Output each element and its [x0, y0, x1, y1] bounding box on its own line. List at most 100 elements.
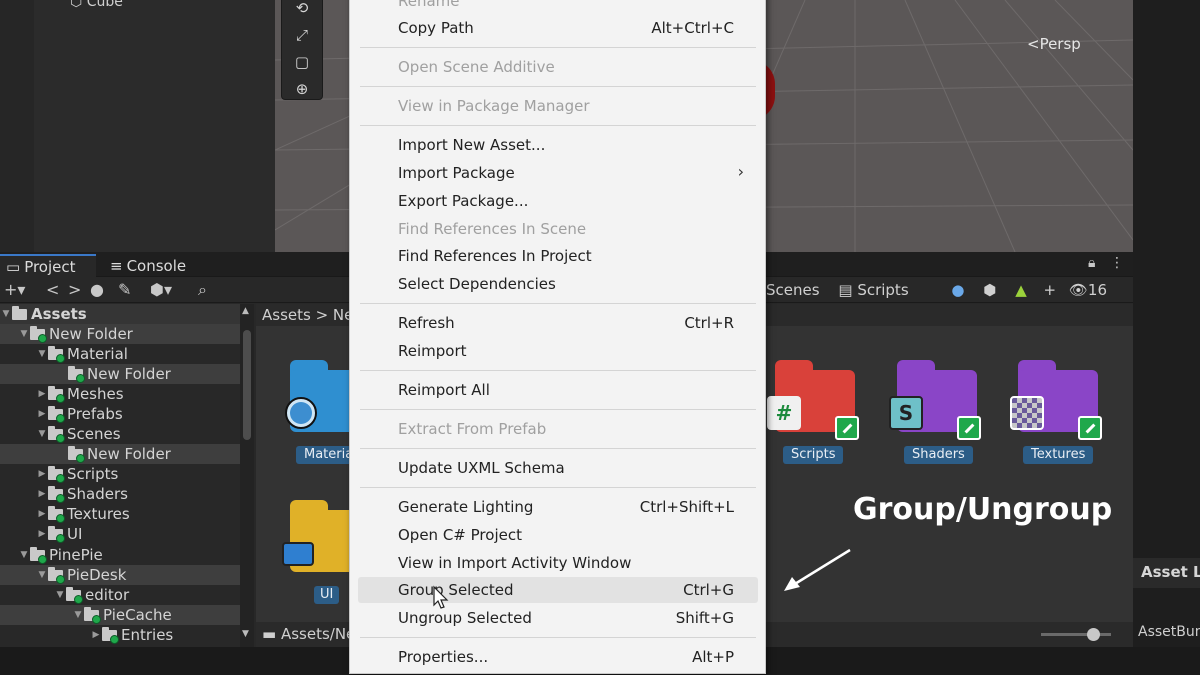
folder-check-icon — [48, 486, 65, 503]
menu-item-import-package[interactable]: Import Package › — [358, 160, 758, 186]
menu-item-rename[interactable]: Rename — [358, 0, 758, 14]
scroll-up-icon[interactable]: ▲ — [242, 306, 249, 316]
menu-item-reimport-all[interactable]: Reimport All — [358, 377, 758, 403]
expand-arrow-icon[interactable]: ▶ — [36, 409, 48, 419]
tree-item-meshes[interactable]: ▶ Meshes — [0, 384, 240, 404]
folder-check-icon — [68, 366, 85, 383]
edit-icon[interactable]: ✎ — [118, 280, 131, 299]
folder-check-icon — [48, 426, 65, 443]
tab-console[interactable]: ≡ Console — [104, 254, 192, 277]
menu-item-properties[interactable]: Properties... Alt+P — [358, 644, 758, 670]
menu-item-view-in-import-activity-window[interactable]: View in Import Activity Window — [358, 550, 758, 576]
tree-item-scenes[interactable]: ▼ Scenes — [0, 424, 240, 444]
tree-item-textures[interactable]: ▶ Textures — [0, 504, 240, 524]
folder-check-icon — [48, 406, 65, 423]
expand-arrow-icon[interactable]: ▼ — [54, 590, 66, 600]
expand-arrow-icon[interactable]: ▶ — [36, 489, 48, 499]
menu-item-import-new-asset[interactable]: Import New Asset... — [358, 132, 758, 158]
hidden-count: 16 — [1087, 281, 1108, 299]
tree-item-scripts[interactable]: ▶ Scripts — [0, 464, 240, 484]
folder-check-icon — [48, 386, 65, 403]
unity-icon[interactable]: ⬢ — [983, 281, 996, 299]
tree-item-piedesk[interactable]: ▼ PieDesk — [0, 565, 240, 585]
lock-icon[interactable]: 🔒︎ — [1088, 255, 1095, 271]
hierarchy-gutter — [0, 0, 34, 252]
add-filter-icon[interactable]: + — [1044, 281, 1057, 299]
package-icon[interactable]: ⬢▾ — [150, 280, 172, 299]
tree-item-pinepie[interactable]: ▼ PinePie — [0, 545, 240, 565]
menu-item-refresh[interactable]: Refresh Ctrl+R — [358, 310, 758, 336]
expand-arrow-icon[interactable]: ▼ — [36, 349, 48, 359]
folder-shaders[interactable]: S — [889, 360, 981, 440]
expand-arrow-icon[interactable]: ▼ — [18, 329, 30, 339]
menu-item-find-references-in-project[interactable]: Find References In Project — [358, 243, 758, 269]
submenu-arrow-icon: › — [737, 162, 744, 181]
tree-item-shaders[interactable]: ▶ Shaders — [0, 484, 240, 504]
menu-item-extract-from-prefab[interactable]: Extract From Prefab — [358, 416, 758, 442]
slider-knob[interactable] — [1087, 628, 1100, 641]
tree-item-new-folder[interactable]: New Folder — [0, 364, 240, 384]
expand-arrow-icon[interactable]: ▶ — [36, 389, 48, 399]
expand-arrow-icon[interactable]: ▼ — [72, 610, 84, 620]
tree-item-new-folder[interactable]: New Folder — [0, 444, 240, 464]
tab-project[interactable]: ▭ Project — [0, 254, 96, 277]
menu-item-open-csharp-project[interactable]: Open C# Project — [358, 522, 758, 548]
menu-separator — [360, 47, 756, 48]
folder-check-icon — [48, 567, 65, 584]
menu-item-group-selected[interactable]: Group Selected Ctrl+G — [358, 577, 758, 603]
folder-textures[interactable] — [1010, 360, 1102, 440]
tree-item-prefabs[interactable]: ▶ Prefabs — [0, 404, 240, 424]
filter-scenes[interactable]: Scenes — [766, 281, 820, 299]
tree-item-editor[interactable]: ▼ editor — [0, 585, 240, 605]
menu-item-find-references-in-scene[interactable]: Find References In Scene — [358, 216, 758, 242]
tree-item-material[interactable]: ▼ Material — [0, 344, 240, 364]
transform-icon[interactable]: ⊕ — [285, 77, 319, 101]
more-options-icon[interactable]: ⋮ — [1110, 255, 1124, 271]
tree-item-new-folder[interactable]: ▼ New Folder — [0, 324, 240, 344]
add-button[interactable]: +▾ — [4, 280, 25, 299]
expand-arrow-icon[interactable]: ▼ — [36, 429, 48, 439]
expand-arrow-icon[interactable]: ▼ — [36, 570, 48, 580]
menu-item-copy-path[interactable]: Copy Path Alt+Ctrl+C — [358, 15, 758, 41]
forward-button[interactable]: > — [68, 280, 81, 299]
tree-scrollbar[interactable]: ▲ ▼ — [240, 304, 254, 647]
menu-item-open-scene-additive[interactable]: Open Scene Additive — [358, 54, 758, 80]
menu-item-select-dependencies[interactable]: Select Dependencies — [358, 271, 758, 297]
label-icon[interactable]: ▲ — [1015, 281, 1027, 299]
zoom-slider[interactable] — [1041, 628, 1111, 641]
expand-arrow-icon[interactable]: ▶ — [36, 469, 48, 479]
expand-arrow-icon[interactable]: ▶ — [90, 630, 102, 640]
menu-separator — [360, 409, 756, 410]
scrollbar-thumb[interactable] — [243, 330, 251, 440]
expand-arrow-icon[interactable]: ▼ — [0, 309, 12, 319]
menu-item-export-package[interactable]: Export Package... — [358, 188, 758, 214]
menu-item-reimport[interactable]: Reimport — [358, 338, 758, 364]
eye-icon[interactable]: 👁︎ — [1069, 281, 1088, 299]
material-filter-icon[interactable]: ● — [951, 281, 964, 299]
lightbulb-icon[interactable]: ● — [90, 280, 104, 299]
back-button[interactable]: < — [46, 280, 59, 299]
tree-item-ui[interactable]: ▶ UI — [0, 524, 240, 544]
search-icon[interactable]: ⌕ — [198, 280, 207, 300]
scale-icon[interactable]: ⤢ — [285, 23, 319, 47]
menu-item-ungroup-selected[interactable]: Ungroup Selected Shift+G — [358, 605, 758, 631]
filter-scripts[interactable]: Scripts — [857, 281, 908, 299]
menu-item-update-uxml-schema[interactable]: Update UXML Schema — [358, 455, 758, 481]
tree-item-entries[interactable]: ▶ Entries — [0, 625, 240, 645]
menu-item-view-in-package-manager[interactable]: View in Package Manager — [358, 93, 758, 119]
expand-arrow-icon[interactable]: ▼ — [18, 550, 30, 560]
hierarchy-item-cube[interactable]: ⬡ Cube — [70, 0, 123, 10]
asset-label-scripts: Scripts — [783, 446, 844, 464]
persp-label[interactable]: <Persp — [1027, 35, 1081, 53]
rotate-icon[interactable]: ⟲ — [285, 0, 319, 20]
expand-arrow-icon[interactable]: ▶ — [36, 509, 48, 519]
expand-arrow-icon[interactable]: ▶ — [36, 529, 48, 539]
rect-icon[interactable]: ▢ — [285, 50, 319, 74]
menu-item-generate-lighting[interactable]: Generate Lighting Ctrl+Shift+L — [358, 494, 758, 520]
tree-item-piecache[interactable]: ▼ PieCache — [0, 605, 240, 625]
tree-item-assets[interactable]: ▼ Assets — [0, 304, 240, 324]
folder-scripts[interactable]: # — [767, 360, 859, 440]
folder-tree: ▼ Assets ▼ New Folder ▼ Material New Fol… — [0, 304, 254, 647]
asset-label-shaders: Shaders — [904, 446, 973, 464]
scroll-down-icon[interactable]: ▼ — [242, 629, 249, 639]
